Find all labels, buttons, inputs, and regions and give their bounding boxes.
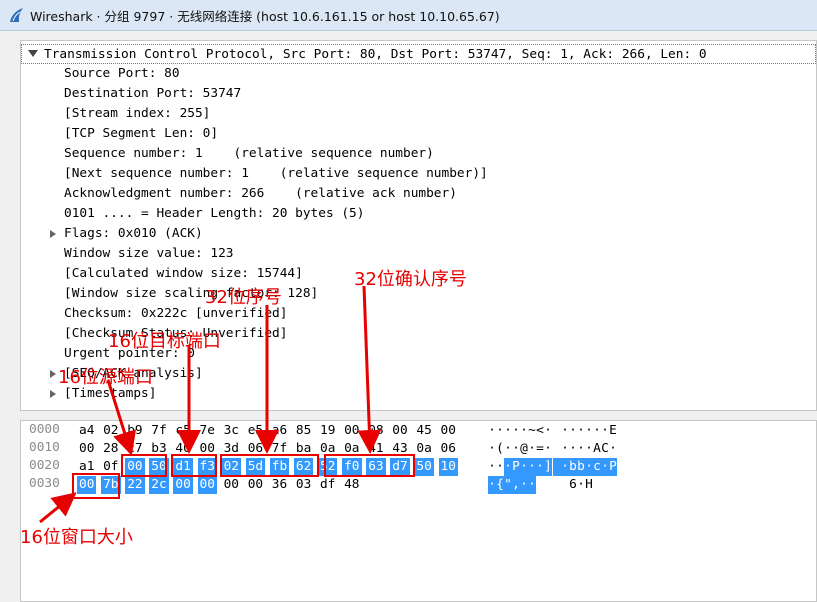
annotation-window: 16位窗口大小 <box>20 527 133 548</box>
annotation-ack: 32位确认序号 <box>354 269 467 290</box>
ack-arrow <box>357 285 382 454</box>
annotation-dst-port: 16位目标端口 <box>108 331 221 352</box>
src-port-arrow <box>106 379 137 456</box>
annotation-src-port: 16位源端口 <box>58 367 153 388</box>
annotation-arrows <box>39 285 382 524</box>
annotation-seq: 32位序号 <box>205 287 282 308</box>
window-arrow <box>39 492 77 524</box>
